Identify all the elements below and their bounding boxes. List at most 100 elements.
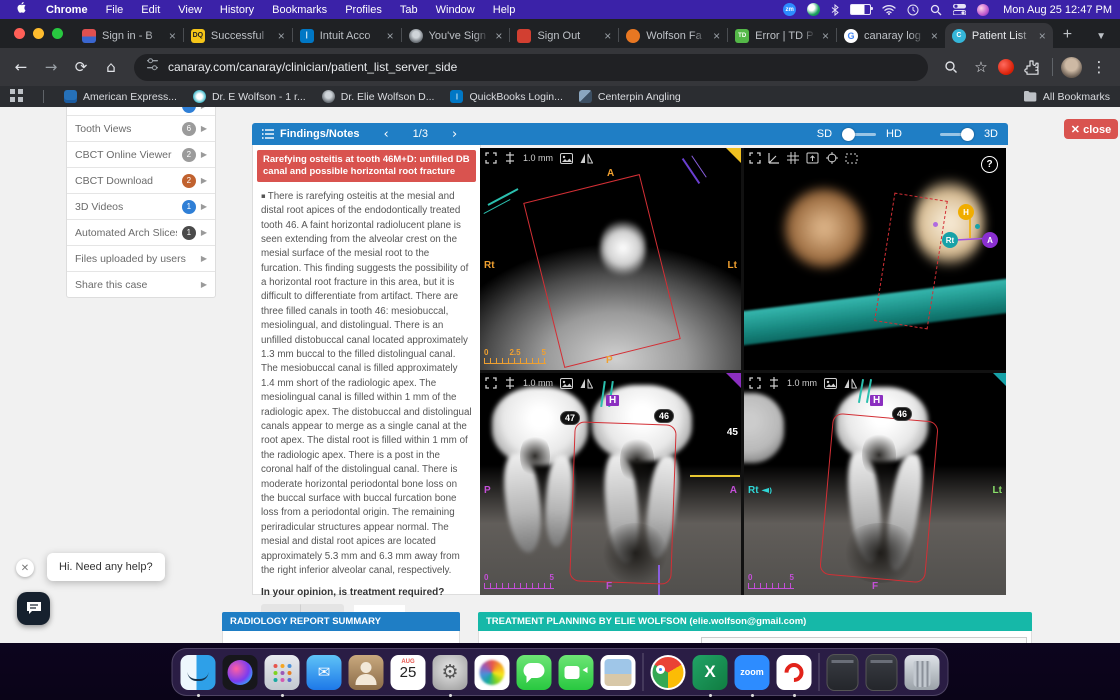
- viewer-quadrant-coronal[interactable]: 1.0 mm H 46 Rt ◄) Lt F 05: [744, 373, 1006, 595]
- dock-mail-icon[interactable]: ✉: [307, 655, 342, 690]
- profile-avatar[interactable]: [1061, 57, 1082, 78]
- dock-messages-icon[interactable]: [517, 655, 552, 690]
- dock-siri-icon[interactable]: [223, 655, 258, 690]
- chat-greeting-bubble[interactable]: Hi. Need any help?: [47, 553, 165, 581]
- sidebar-item-partial[interactable]: ▶: [67, 107, 215, 115]
- address-bar[interactable]: canaray.com/canaray/clinician/patient_li…: [134, 54, 928, 81]
- spotlight-search-icon[interactable]: [930, 3, 942, 17]
- tab-close-icon[interactable]: ×: [1039, 30, 1046, 42]
- sidebar-item-share-case[interactable]: Share this case▶: [67, 271, 215, 297]
- tab-close-icon[interactable]: ×: [387, 30, 394, 42]
- dock-acrobat-icon[interactable]: [777, 655, 812, 690]
- dock-zoom-icon[interactable]: zoom: [735, 655, 770, 690]
- grid-icon[interactable]: [787, 152, 799, 164]
- bookmark-star-icon[interactable]: ☆: [968, 54, 994, 80]
- tab-close-icon[interactable]: ×: [604, 30, 611, 42]
- tab-sign-out[interactable]: Sign Out×: [510, 23, 618, 48]
- tab-close-icon[interactable]: ×: [822, 30, 829, 42]
- control-center-icon[interactable]: [953, 3, 966, 17]
- clock-status-icon[interactable]: [907, 3, 919, 17]
- new-tab-button[interactable]: +: [1053, 26, 1082, 48]
- tab-wolfson[interactable]: Wolfson Fa×: [619, 23, 727, 48]
- treatment-planning-header[interactable]: TREATMENT PLANNING BY ELIE WOLFSON (elie…: [478, 612, 1032, 631]
- crop-box-icon[interactable]: [845, 153, 858, 164]
- home-button[interactable]: ⌂: [98, 54, 124, 80]
- axis-anterior-marker[interactable]: A: [982, 232, 998, 248]
- menu-edit[interactable]: Edit: [132, 4, 169, 16]
- window-minimize-button[interactable]: [33, 28, 44, 39]
- wifi-icon[interactable]: [882, 3, 896, 17]
- search-tabs-icon[interactable]: [938, 54, 964, 80]
- menu-file[interactable]: File: [97, 4, 133, 16]
- axis-head-marker[interactable]: H: [958, 204, 974, 220]
- dock-facetime-icon[interactable]: [559, 655, 594, 690]
- menu-view[interactable]: View: [169, 4, 211, 16]
- menu-bar-clock[interactable]: Mon Aug 25 12:47 PM: [1003, 4, 1112, 16]
- dock-trash-icon[interactable]: [905, 655, 940, 690]
- close-case-button[interactable]: ✕ close: [1064, 119, 1118, 139]
- dock-minimized-window-1[interactable]: [827, 654, 859, 691]
- measure-icon[interactable]: [504, 377, 516, 389]
- menu-bookmarks[interactable]: Bookmarks: [263, 4, 336, 16]
- menu-tab[interactable]: Tab: [391, 4, 427, 16]
- bookmark-dr-elie-wolfson[interactable]: Dr. Elie Wolfson D...: [322, 90, 435, 103]
- image-settings-icon[interactable]: [560, 378, 573, 389]
- menu-chrome[interactable]: Chrome: [37, 4, 97, 16]
- flip-icon[interactable]: [844, 378, 857, 389]
- expand-icon[interactable]: [749, 152, 761, 164]
- apple-menu-icon[interactable]: [8, 2, 37, 18]
- tab-td-error[interactable]: TDError | TD P×: [728, 23, 836, 48]
- measure-icon[interactable]: [504, 152, 516, 164]
- tab-close-icon[interactable]: ×: [713, 30, 720, 42]
- crosshair-icon[interactable]: [826, 152, 838, 164]
- 3d-toggle[interactable]: [940, 128, 974, 141]
- rotate-axes-icon[interactable]: [768, 152, 780, 164]
- dock-photos-icon[interactable]: [475, 655, 510, 690]
- findings-prev-button[interactable]: ‹: [369, 127, 402, 142]
- viewer-quadrant-3d[interactable]: ? H Rt A: [744, 148, 1006, 370]
- image-settings-icon[interactable]: [824, 378, 837, 389]
- extensions-puzzle-icon[interactable]: [1018, 54, 1044, 80]
- audio-icon[interactable]: ◄): [761, 485, 772, 496]
- viewer-quadrant-sagittal[interactable]: 1.0 mm H 47 46 45 P A F 05: [480, 373, 741, 595]
- image-settings-icon[interactable]: [560, 153, 573, 164]
- tab-successful[interactable]: DQSuccessful×: [184, 23, 292, 48]
- bluetooth-icon[interactable]: [831, 3, 839, 17]
- reload-button[interactable]: ⟳: [68, 54, 94, 80]
- chat-dismiss-button[interactable]: ✕: [16, 559, 34, 577]
- axis-right-marker[interactable]: Rt: [942, 232, 958, 248]
- apps-grid-icon[interactable]: [10, 89, 23, 105]
- sidebar-item-files-uploaded[interactable]: Files uploaded by users▶: [67, 245, 215, 271]
- menu-history[interactable]: History: [211, 4, 263, 16]
- menu-help[interactable]: Help: [484, 4, 525, 16]
- expand-icon[interactable]: [485, 152, 497, 164]
- measure-icon[interactable]: [768, 377, 780, 389]
- battery-icon[interactable]: [850, 4, 871, 15]
- dock-minimized-window-2[interactable]: [866, 654, 898, 691]
- back-button[interactable]: ←: [8, 54, 34, 80]
- bookmark-american-express[interactable]: American Express...: [64, 90, 177, 103]
- dock-settings-icon[interactable]: ⚙: [433, 655, 468, 690]
- sidebar-item-automated-arch-slices[interactable]: Automated Arch Slices1▶: [67, 219, 215, 245]
- dock-finder-icon[interactable]: [181, 655, 216, 690]
- url-text[interactable]: canaray.com/canaray/clinician/patient_li…: [168, 60, 457, 74]
- extension-trendmicro-icon[interactable]: [998, 59, 1014, 75]
- menu-profiles[interactable]: Profiles: [336, 4, 391, 16]
- zoom-status-icon[interactable]: zm: [783, 3, 796, 16]
- forward-button[interactable]: →: [38, 54, 64, 80]
- browser-menu-icon[interactable]: ⋮: [1086, 54, 1112, 80]
- tab-search-chevron-icon[interactable]: ▼: [1082, 31, 1120, 48]
- sidebar-item-tooth-views[interactable]: Tooth Views6▶: [67, 115, 215, 141]
- sidebar-item-3d-videos[interactable]: 3D Videos1▶: [67, 193, 215, 219]
- bookmark-centerpin-angling[interactable]: Centerpin Angling: [579, 90, 681, 103]
- sidebar-item-cbct-download[interactable]: CBCT Download2▶: [67, 167, 215, 193]
- dock-excel-icon[interactable]: X: [693, 655, 728, 690]
- siri-status-icon[interactable]: [977, 4, 989, 16]
- sidebar-item-cbct-online-viewer[interactable]: CBCT Online Viewer2▶: [67, 141, 215, 167]
- sd-hd-toggle[interactable]: [842, 128, 876, 141]
- tab-youve-signed[interactable]: You've Sign×: [402, 23, 510, 48]
- menu-window[interactable]: Window: [427, 4, 484, 16]
- help-icon[interactable]: ?: [981, 156, 998, 173]
- flip-icon[interactable]: [580, 378, 593, 389]
- flip-icon[interactable]: [580, 153, 593, 164]
